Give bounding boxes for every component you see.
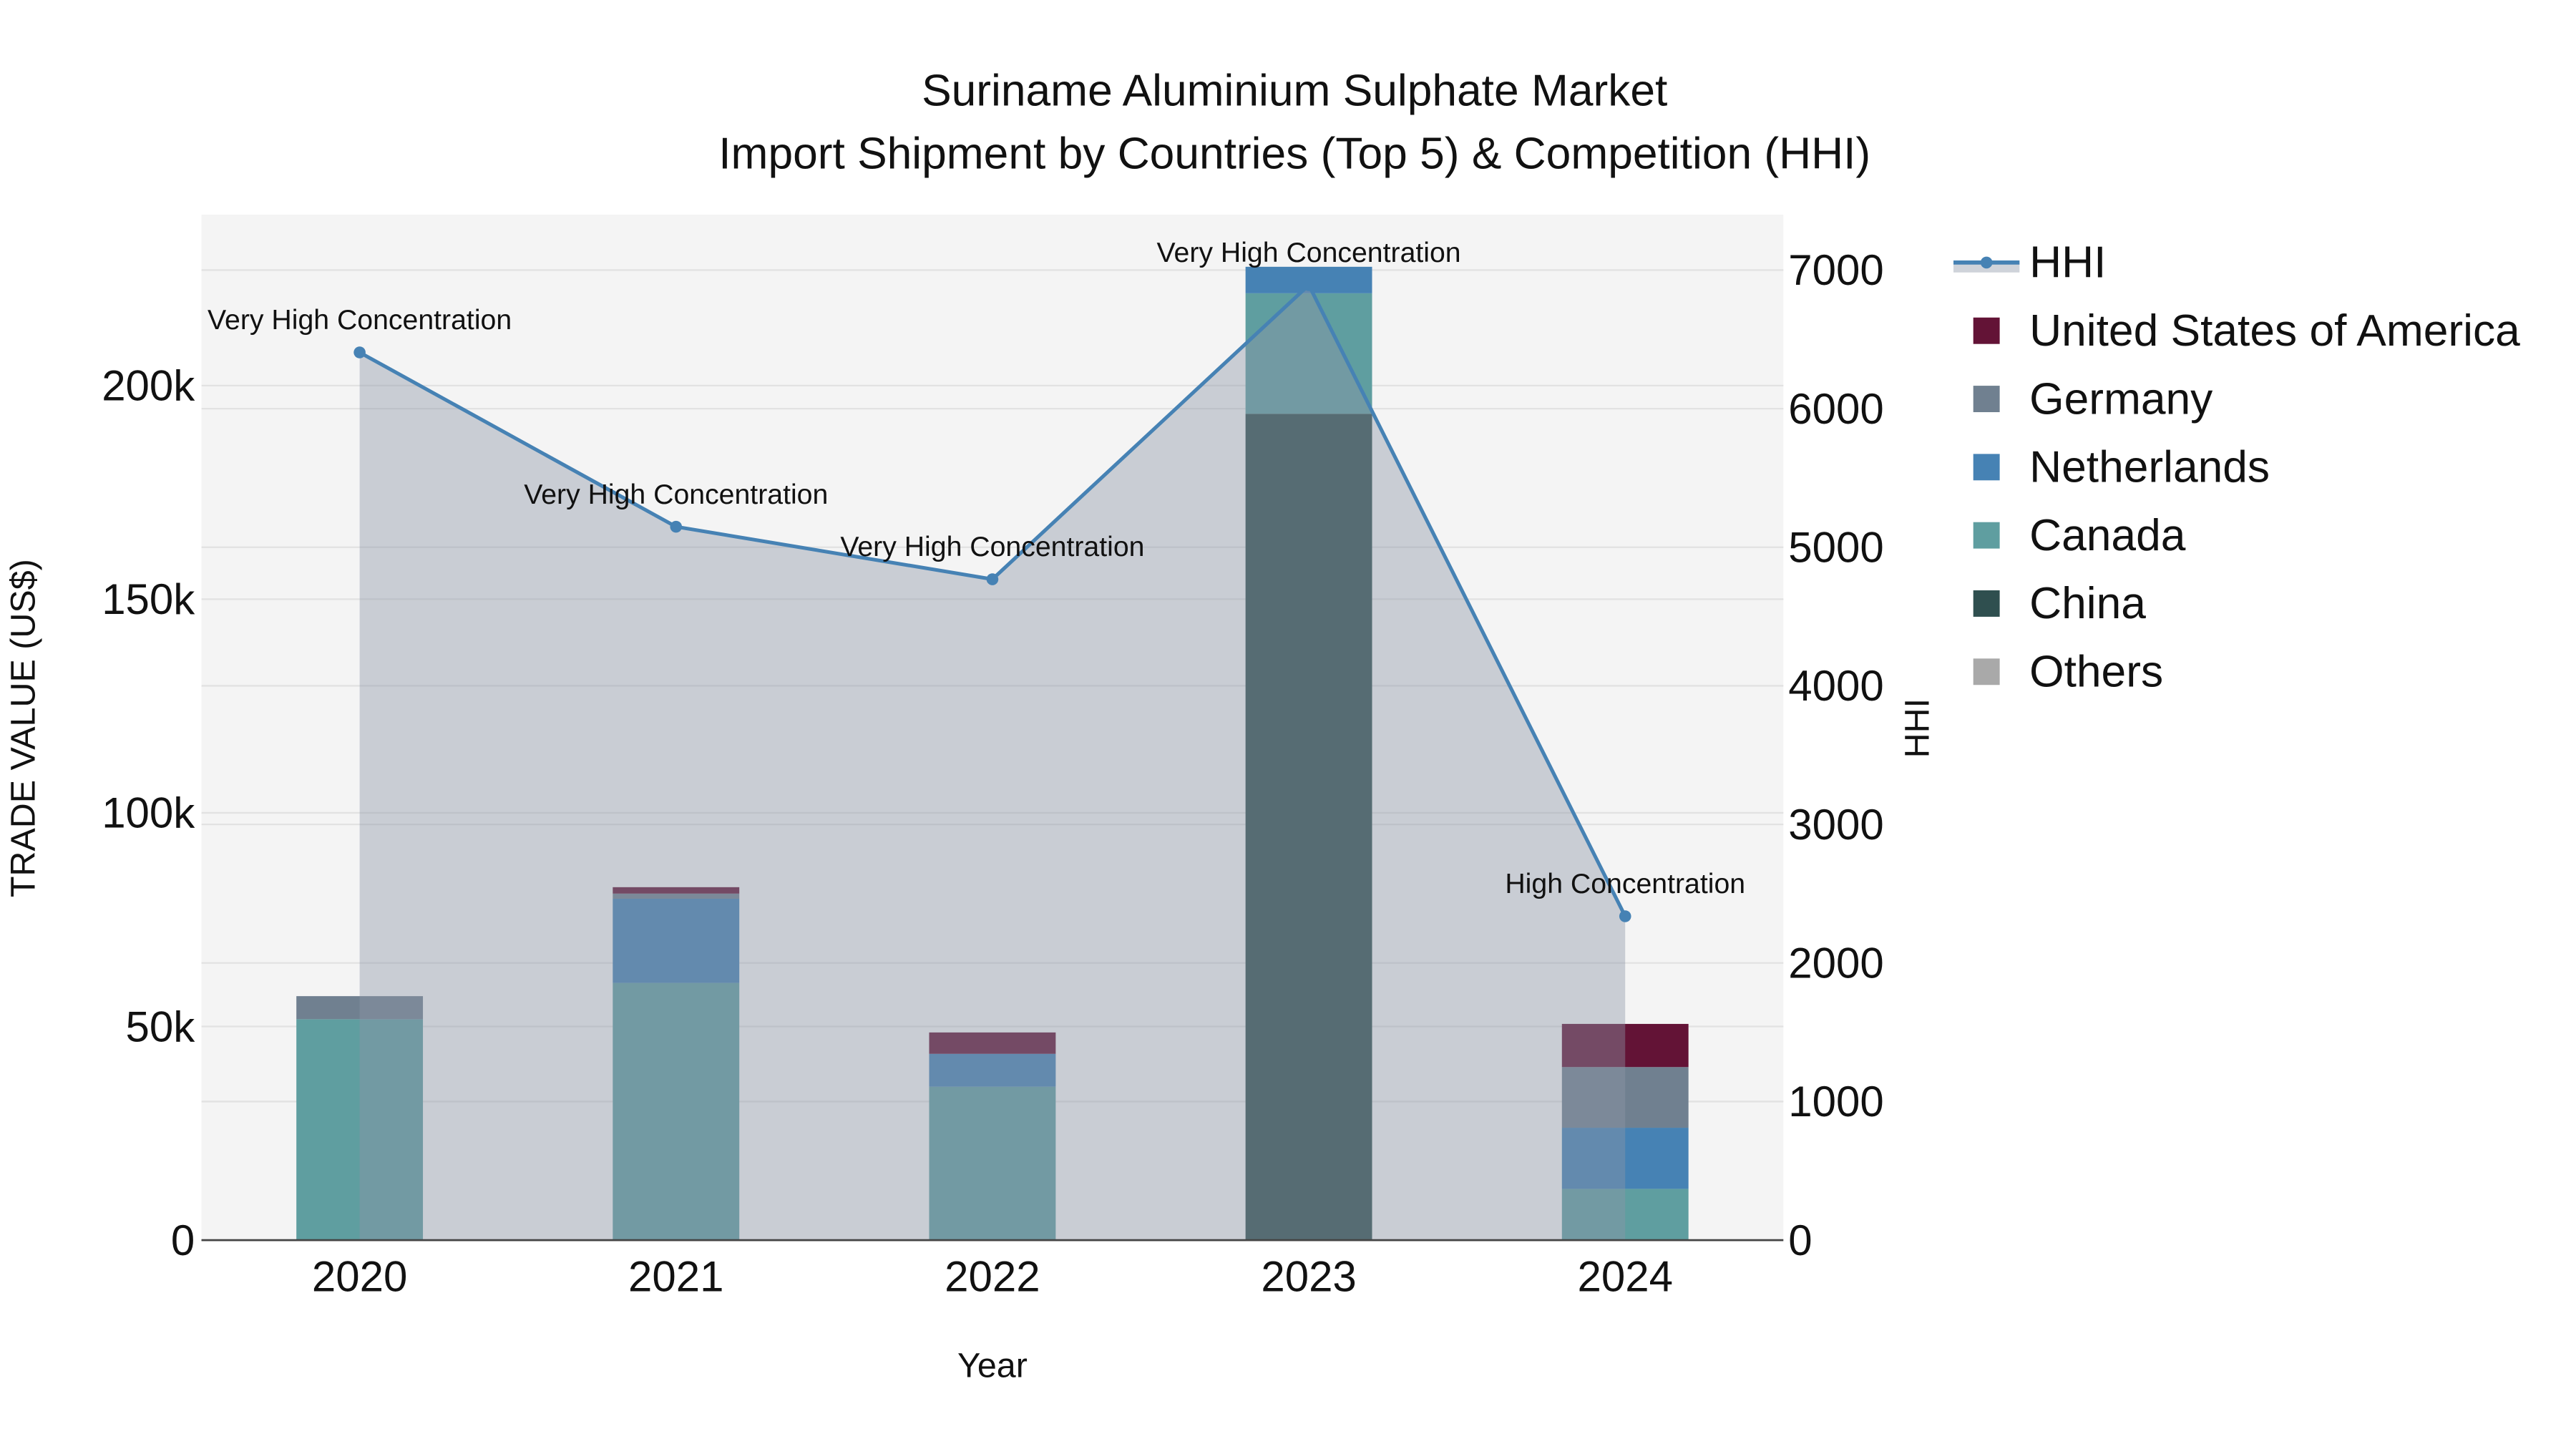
y2-tick-label: 7000 <box>1788 246 1883 294</box>
legend-label: Others <box>2029 648 2163 697</box>
chart-subtitle: Import Shipment by Countries (Top 5) & C… <box>718 129 1870 178</box>
legend-label: HHI <box>2029 238 2106 288</box>
legend-swatch <box>1973 590 2000 617</box>
legend-label: China <box>2029 579 2146 628</box>
legend-swatch <box>1973 386 2000 412</box>
x-tick-label: 2021 <box>628 1253 723 1301</box>
hhi-annotation-2024: High Concentration <box>1505 868 1745 899</box>
hhi-annotation-2021: Very High Concentration <box>524 479 828 510</box>
legend-label: Canada <box>2029 511 2186 560</box>
legend-label: Netherlands <box>2029 443 2270 492</box>
hhi-point-2024 <box>1619 910 1631 922</box>
legend-label: Germany <box>2029 374 2213 424</box>
y2-axis-label: HHI <box>1898 698 1936 758</box>
hhi-annotation-2022: Very High Concentration <box>840 531 1144 562</box>
hhi-point-2021 <box>670 520 683 533</box>
legend-swatch <box>1973 522 2000 549</box>
hhi-point-2023 <box>1302 279 1315 291</box>
y2-tick-label: 6000 <box>1788 385 1883 433</box>
y2-tick-label: 0 <box>1788 1216 1812 1264</box>
y-tick-label: 150k <box>102 575 195 623</box>
y2-tick-label: 1000 <box>1788 1078 1883 1126</box>
x-axis-label: Year <box>957 1347 1028 1385</box>
x-tick-label: 2020 <box>312 1253 407 1301</box>
legend-hhi-marker <box>1980 256 1993 269</box>
y-axis-label: TRADE VALUE (US$) <box>4 559 42 897</box>
legend-swatch <box>1973 317 2000 344</box>
legend-label: United States of America <box>2029 306 2520 356</box>
chart: Very High Concentration Very High Concent… <box>0 0 2576 1449</box>
y-tick-label: 200k <box>102 362 195 410</box>
legend-swatch <box>1973 658 2000 686</box>
y-tick-label: 50k <box>126 1002 196 1050</box>
y-tick-label: 0 <box>171 1216 195 1264</box>
legend-swatch <box>1973 454 2000 481</box>
legend-item-united-states-of-america[interactable]: United States of America <box>1973 306 2520 356</box>
y2-tick-label: 4000 <box>1788 662 1883 710</box>
x-tick-label: 2022 <box>945 1253 1040 1301</box>
y2-tick-label: 2000 <box>1788 940 1883 987</box>
x-tick-label: 2024 <box>1577 1253 1672 1301</box>
x-tick-label: 2023 <box>1261 1253 1356 1301</box>
hhi-annotation-2020: Very High Concentration <box>208 304 512 336</box>
hhi-annotation-2023: Very High Concentration <box>1157 237 1461 268</box>
y-tick-label: 100k <box>102 789 195 837</box>
hhi-point-2020 <box>353 346 366 358</box>
y2-tick-label: 3000 <box>1788 801 1883 849</box>
chart-title: Suriname Aluminium Sulphate Market <box>922 67 1667 116</box>
y2-tick-label: 5000 <box>1788 524 1883 572</box>
hhi-point-2022 <box>986 573 999 585</box>
